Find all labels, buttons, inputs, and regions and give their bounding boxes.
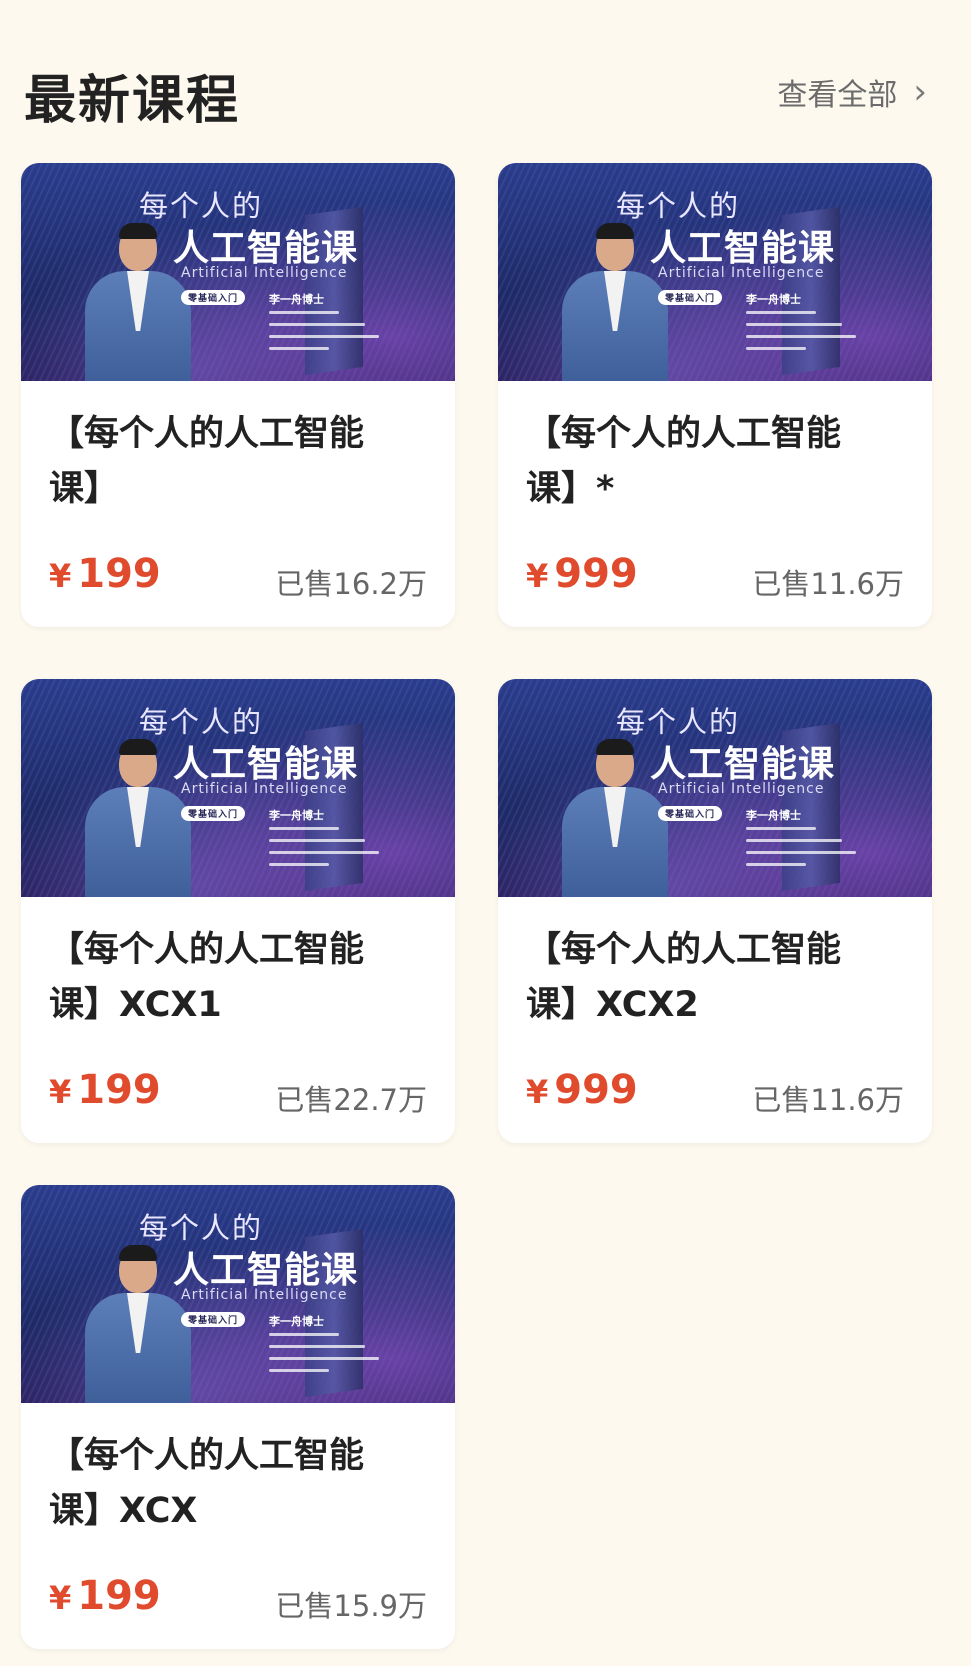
course-cover-image: 每个人的 人工智能课 Artificial Intelligence 零基础入门… bbox=[21, 163, 455, 381]
course-title: 【每个人的人工智能课】 bbox=[49, 414, 365, 509]
course-card[interactable]: 每个人的 人工智能课 Artificial Intelligence 零基础入门… bbox=[498, 163, 932, 627]
cover-line2: 人工智能课 bbox=[173, 228, 359, 269]
price-value: 999 bbox=[554, 551, 638, 597]
sold-count: 已售11.6万 bbox=[752, 567, 904, 601]
course-price: ¥199 bbox=[49, 1573, 161, 1619]
course-cover-image: 每个人的 人工智能课 Artificial Intelligence 零基础入门… bbox=[21, 1185, 455, 1403]
course-card[interactable]: 每个人的 人工智能课 Artificial Intelligence 零基础入门… bbox=[21, 679, 455, 1143]
course-title: 【每个人的人工智能课】XCX bbox=[49, 1436, 365, 1531]
cover-presenter-name: 李一舟博士 bbox=[269, 809, 324, 822]
sold-count: 已售15.9万 bbox=[275, 1589, 427, 1623]
currency-symbol: ¥ bbox=[49, 1579, 72, 1617]
cover-tag: 零基础入门 bbox=[181, 806, 246, 821]
currency-symbol: ¥ bbox=[526, 1073, 549, 1111]
course-price: ¥199 bbox=[49, 551, 161, 597]
cover-english: Artificial Intelligence bbox=[181, 265, 348, 281]
course-title: 【每个人的人工智能课】XCX2 bbox=[526, 930, 842, 1025]
currency-symbol: ¥ bbox=[49, 1073, 72, 1111]
cover-line2: 人工智能课 bbox=[173, 744, 359, 785]
course-cover-image: 每个人的 人工智能课 Artificial Intelligence 零基础入门… bbox=[21, 679, 455, 897]
currency-symbol: ¥ bbox=[49, 557, 72, 595]
section-title: 最新课程 bbox=[24, 71, 241, 131]
sold-count: 已售22.7万 bbox=[275, 1083, 427, 1117]
sold-count: 已售16.2万 bbox=[275, 567, 427, 601]
cover-tag: 零基础入门 bbox=[181, 1312, 246, 1327]
currency-symbol: ¥ bbox=[526, 557, 549, 595]
cover-tag: 零基础入门 bbox=[658, 290, 723, 305]
cover-line2: 人工智能课 bbox=[173, 1250, 359, 1291]
cover-tag: 零基础入门 bbox=[181, 290, 246, 305]
cover-presenter-name: 李一舟博士 bbox=[269, 1315, 324, 1328]
course-title: 【每个人的人工智能课】* bbox=[526, 414, 842, 509]
course-title: 【每个人的人工智能课】XCX1 bbox=[49, 930, 365, 1025]
cover-line2: 人工智能课 bbox=[650, 228, 836, 269]
cover-presenter-name: 李一舟博士 bbox=[269, 293, 324, 306]
course-cover-image: 每个人的 人工智能课 Artificial Intelligence 零基础入门… bbox=[498, 163, 932, 381]
course-price: ¥199 bbox=[49, 1067, 161, 1113]
section-header: 最新课程 查看全部 › bbox=[0, 0, 971, 180]
course-card[interactable]: 每个人的 人工智能课 Artificial Intelligence 零基础入门… bbox=[498, 679, 932, 1143]
course-card[interactable]: 每个人的 人工智能课 Artificial Intelligence 零基础入门… bbox=[21, 1185, 455, 1649]
price-value: 199 bbox=[77, 551, 161, 597]
cover-english: Artificial Intelligence bbox=[181, 1287, 348, 1303]
course-cover-image: 每个人的 人工智能课 Artificial Intelligence 零基础入门… bbox=[498, 679, 932, 897]
course-card[interactable]: 每个人的 人工智能课 Artificial Intelligence 零基础入门… bbox=[21, 163, 455, 627]
view-all-label: 查看全部 bbox=[777, 78, 898, 113]
cover-english: Artificial Intelligence bbox=[658, 781, 825, 797]
cover-presenter-name: 李一舟博士 bbox=[746, 293, 801, 306]
cover-english: Artificial Intelligence bbox=[658, 265, 825, 281]
course-price: ¥999 bbox=[526, 1067, 638, 1113]
price-value: 199 bbox=[77, 1573, 161, 1619]
cover-tag: 零基础入门 bbox=[658, 806, 723, 821]
view-all-link[interactable]: 查看全部 › bbox=[777, 70, 927, 114]
price-value: 999 bbox=[554, 1067, 638, 1113]
chevron-right-icon: › bbox=[913, 72, 927, 112]
sold-count: 已售11.6万 bbox=[752, 1083, 904, 1117]
cover-line2: 人工智能课 bbox=[650, 744, 836, 785]
course-price: ¥999 bbox=[526, 551, 638, 597]
cover-english: Artificial Intelligence bbox=[181, 781, 348, 797]
price-value: 199 bbox=[77, 1067, 161, 1113]
cover-presenter-name: 李一舟博士 bbox=[746, 809, 801, 822]
